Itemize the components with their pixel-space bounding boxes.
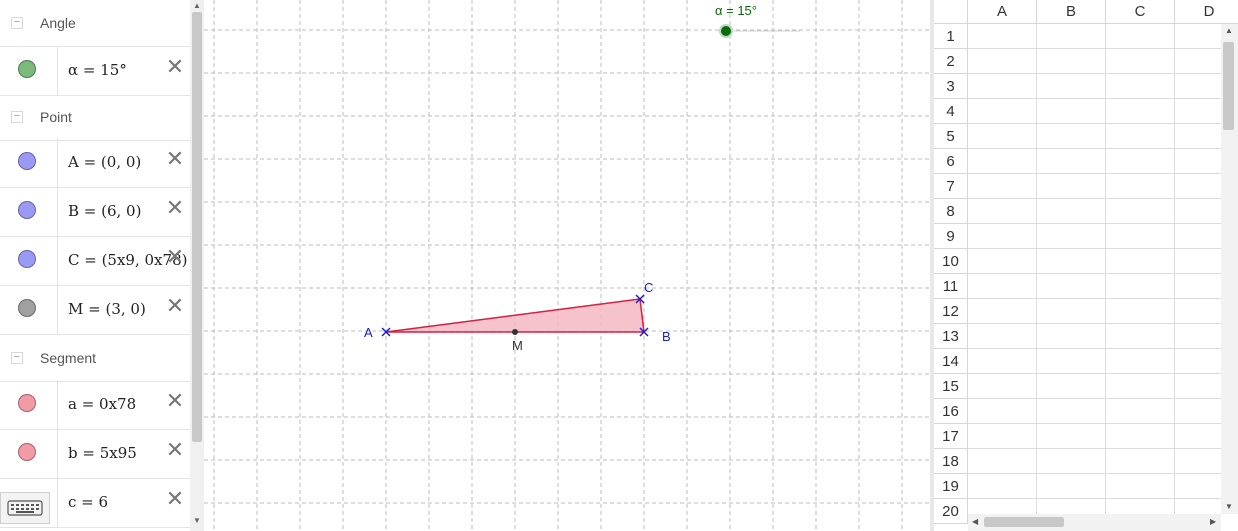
marble-cell xyxy=(0,236,58,285)
group-header-point[interactable]: − Point xyxy=(0,94,190,141)
delete-icon[interactable]: ✕ xyxy=(165,198,185,220)
row-header[interactable]: 18 xyxy=(934,449,968,474)
sheet-corner[interactable] xyxy=(934,0,968,24)
row-header[interactable]: 8 xyxy=(934,199,968,224)
marble-cell xyxy=(0,285,58,334)
point-M[interactable] xyxy=(512,329,518,335)
delete-icon[interactable]: ✕ xyxy=(165,57,185,79)
scroll-down-icon[interactable]: ▼ xyxy=(1225,502,1233,512)
row-header[interactable]: 3 xyxy=(934,74,968,99)
collapse-icon[interactable]: − xyxy=(11,352,23,364)
graphics-canvas[interactable]: A B C M α = 15° xyxy=(204,0,930,531)
column-header-D[interactable]: D xyxy=(1175,0,1238,24)
algebra-item-a[interactable]: a = 0x78 ✕ xyxy=(0,380,190,430)
algebra-item-M[interactable]: M = (3, 0) ✕ xyxy=(0,285,190,335)
row-header[interactable]: 19 xyxy=(934,474,968,499)
visibility-marble-icon[interactable] xyxy=(18,60,36,78)
column-header-C[interactable]: C xyxy=(1106,0,1175,24)
definition-B[interactable]: B = (6, 0) xyxy=(68,202,141,220)
row-header[interactable]: 5 xyxy=(934,124,968,149)
delete-icon[interactable]: ✕ xyxy=(165,440,185,462)
row-header[interactable]: 11 xyxy=(934,274,968,299)
row-header[interactable]: 20 xyxy=(934,499,968,524)
scrollbar-thumb[interactable] xyxy=(192,12,202,442)
visibility-marble-icon[interactable] xyxy=(18,394,36,412)
collapse-icon[interactable]: − xyxy=(11,111,23,123)
delete-icon[interactable]: ✕ xyxy=(165,247,185,269)
slider-label: α = 15° xyxy=(715,3,757,18)
row-header[interactable]: 13 xyxy=(934,324,968,349)
row-header[interactable]: 10 xyxy=(934,249,968,274)
group-label-angle: Angle xyxy=(40,15,76,31)
column-header-B[interactable]: B xyxy=(1037,0,1106,24)
visibility-marble-icon[interactable] xyxy=(18,443,36,461)
marble-cell xyxy=(0,138,58,187)
scroll-left-icon[interactable]: ◀ xyxy=(972,517,978,527)
row-header[interactable]: 4 xyxy=(934,99,968,124)
group-header-angle[interactable]: − Angle xyxy=(0,0,190,47)
row-header[interactable]: 9 xyxy=(934,224,968,249)
delete-icon[interactable]: ✕ xyxy=(165,391,185,413)
visibility-marble-icon[interactable] xyxy=(18,201,36,219)
scroll-right-icon[interactable]: ▶ xyxy=(1210,517,1216,527)
marble-cell xyxy=(0,429,58,478)
scroll-up-icon[interactable]: ▲ xyxy=(190,0,204,12)
definition-A[interactable]: A = (0, 0) xyxy=(68,153,141,171)
keyboard-button[interactable] xyxy=(0,492,50,524)
visibility-marble-icon[interactable] xyxy=(18,152,36,170)
scrollbar-thumb[interactable] xyxy=(984,517,1064,527)
visibility-marble-icon[interactable] xyxy=(18,299,36,317)
keyboard-icon xyxy=(7,500,43,516)
delete-icon[interactable]: ✕ xyxy=(165,149,185,171)
label-C: C xyxy=(644,280,653,295)
label-B: B xyxy=(662,329,671,344)
row-header[interactable]: 15 xyxy=(934,374,968,399)
coordinate-grid xyxy=(204,0,930,531)
scroll-up-icon[interactable]: ▲ xyxy=(1225,26,1233,36)
algebra-view: − Angle α = 15° ✕ − Point A = (0, 0) ✕ B… xyxy=(0,0,190,531)
label-A: A xyxy=(364,325,373,340)
definition-a[interactable]: a = 0x78 xyxy=(68,395,136,413)
definition-alpha[interactable]: α = 15° xyxy=(68,61,127,79)
scrollbar-thumb[interactable] xyxy=(1223,42,1234,130)
label-M: M xyxy=(512,338,523,353)
row-header[interactable]: 6 xyxy=(934,149,968,174)
algebra-item-B[interactable]: B = (6, 0) ✕ xyxy=(0,187,190,237)
group-label-segment: Segment xyxy=(40,350,97,366)
slider-alpha[interactable]: α = 15° xyxy=(715,3,800,38)
scroll-down-icon[interactable]: ▼ xyxy=(190,515,204,527)
marble-cell xyxy=(0,187,58,236)
algebra-item-alpha[interactable]: α = 15° ✕ xyxy=(0,46,190,96)
row-header[interactable]: 14 xyxy=(934,349,968,374)
algebra-scrollbar[interactable]: ▲ ▼ xyxy=(190,0,204,531)
row-header[interactable]: 16 xyxy=(934,399,968,424)
delete-icon[interactable]: ✕ xyxy=(165,296,185,318)
algebra-item-b[interactable]: b = 5x95 ✕ xyxy=(0,429,190,479)
marble-cell xyxy=(0,46,58,95)
marble-cell xyxy=(0,380,58,429)
column-header-A[interactable]: A xyxy=(968,0,1037,24)
row-header[interactable]: 2 xyxy=(934,49,968,74)
algebra-item-C[interactable]: C = (5x9, 0x78) ✕ xyxy=(0,236,190,286)
row-header[interactable]: 12 xyxy=(934,299,968,324)
definition-b[interactable]: b = 5x95 xyxy=(68,444,137,462)
sheet-vertical-scrollbar[interactable]: ▲ ▼ xyxy=(1221,24,1238,514)
graphics-view[interactable]: A B C M α = 15° xyxy=(204,0,930,531)
sheet-cell-grid[interactable] xyxy=(968,24,1221,531)
sheet-horizontal-scrollbar[interactable]: ◀ ▶ xyxy=(968,514,1221,531)
delete-icon[interactable]: ✕ xyxy=(165,489,185,511)
collapse-icon[interactable]: − xyxy=(11,17,23,29)
slider-handle[interactable] xyxy=(719,24,733,38)
group-header-segment[interactable]: − Segment xyxy=(0,335,190,382)
definition-c[interactable]: c = 6 xyxy=(68,493,108,511)
spreadsheet-view: A B C D 1 2 3 4 5 6 7 8 9 10 11 12 13 14… xyxy=(934,0,1238,531)
row-header[interactable]: 17 xyxy=(934,424,968,449)
row-header[interactable]: 1 xyxy=(934,24,968,49)
group-label-point: Point xyxy=(40,109,72,125)
row-header[interactable]: 7 xyxy=(934,174,968,199)
definition-M[interactable]: M = (3, 0) xyxy=(68,300,146,318)
visibility-marble-icon[interactable] xyxy=(18,250,36,268)
algebra-item-A[interactable]: A = (0, 0) ✕ xyxy=(0,138,190,188)
